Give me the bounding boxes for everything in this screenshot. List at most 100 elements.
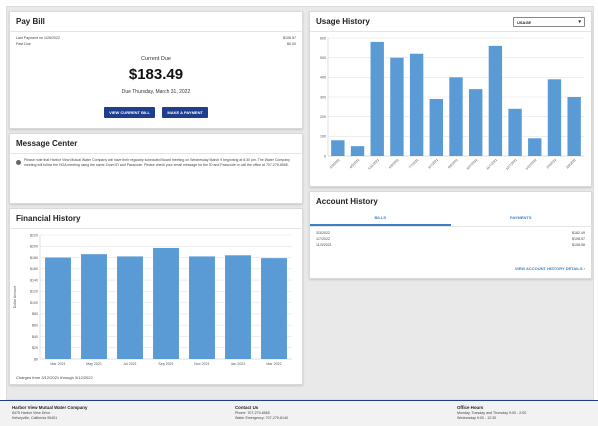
x-tick-label: 8/7/2021 [427,158,439,170]
footer-phone[interactable]: Phone: 707-279-8565 [235,411,288,415]
financial-history-footnote: Charges from 3/12/2021 through 3/12/2022 [16,375,93,380]
footer-emergency-phone[interactable]: Water Emergency: 707-279-6140 [235,416,288,420]
chart-bar[interactable] [153,247,179,359]
account-history-title: Account History [316,197,378,206]
y-axis-label: Dollar Amount [13,286,17,309]
x-tick-label: 12/7/2021 [505,158,518,171]
y-tick-label: $180 [30,256,38,260]
x-tick-label: 3/9/2021 [329,158,341,170]
chart-bar[interactable] [225,255,251,359]
bill-date: 11/3/2021 [316,243,332,247]
y-tick-label: $220 [30,233,38,237]
chart-bar[interactable] [331,140,345,156]
footer-contact-heading: Contact Us [235,405,259,410]
footer-hours: Office Hours Monday, Tuesday and Thursda… [457,405,526,420]
x-tick-label: 11/7/2021 [485,158,498,171]
last-payment-label: Last Payment on 1/26/2022 [16,36,60,40]
chart-bar[interactable] [528,138,542,156]
y-tick-label: 200 [320,115,326,119]
dashboard-canvas: Pay Bill Last Payment on 1/26/2022 $108.… [6,6,594,400]
chart-bar[interactable] [390,57,404,156]
chart-bar[interactable] [547,79,562,156]
y-tick-label: $60 [32,323,38,327]
message-bullet-icon [16,160,21,165]
y-tick-label: $140 [30,278,38,282]
site-footer: Harbor View Mutual Water Company 8475 Ha… [0,400,598,426]
chart-bar[interactable] [370,41,384,156]
message-text: Please note that Harbor View Mutual Wate… [24,158,290,167]
financial-history-card: Financial History $0 $20 $40 $60 $80 $100 $120… [9,208,303,385]
x-tick-label: Sep 2021 [158,362,173,366]
x-tick-label: 4/9/2021 [349,158,361,170]
x-tick-label: 1/12/2022 [525,158,538,171]
bill-amount: $108.57 [572,237,585,241]
pay-bill-title: Pay Bill [10,12,302,32]
view-current-bill-button[interactable]: VIEW CURRENT BILL [104,107,155,118]
x-tick-label: 10/7/2021 [466,158,479,171]
x-tick-label: 6/8/2021 [388,158,400,170]
chart-bar[interactable] [449,77,463,156]
tab-bills[interactable]: BILLS [310,211,451,226]
list-item: 11/3/2021 $108.58 [316,243,585,247]
chart-bar[interactable] [189,256,215,359]
chart-bar[interactable] [508,108,522,156]
y-tick-label: 300 [320,95,326,99]
chart-bar[interactable] [567,97,581,156]
x-tick-label: 5/11/2021 [367,158,380,171]
past-due-row: Past Due $0.00 [16,42,296,46]
chart-bar[interactable] [350,146,365,156]
y-tick-label: $160 [30,267,38,271]
chart-bar[interactable] [488,45,503,156]
y-tick-label: 400 [320,76,326,80]
y-tick-label: $40 [32,335,38,339]
x-tick-label: Mar 2022 [266,362,281,366]
chart-bar[interactable] [429,98,444,156]
usage-type-select[interactable]: USAGE ▾ [513,17,585,27]
usage-history-chart: 0 100 200 300 400 500 600 3/9/2021 4/9/2021 5/11/… [320,36,584,171]
chart-bar[interactable] [409,53,424,156]
y-tick-label: 100 [320,135,326,139]
pay-bill-card: Pay Bill Last Payment on 1/26/2022 $108.… [9,11,303,129]
y-tick-label: 600 [320,36,326,40]
footer-company-name: Harbor View Mutual Water Company [12,405,88,410]
y-tick-label: $80 [32,312,38,316]
financial-history-chart: $0 $20 $40 $60 $80 $100 $120 $140 $160 $180 $200 $2… [13,233,292,366]
footer-hours-heading: Office Hours [457,405,484,410]
current-due-label: Current Due [141,56,171,62]
chevron-right-icon: › [583,266,585,271]
y-tick-label: $200 [30,245,38,249]
account-history-card: Account History BILLS PAYMENTS 3/3/2022 … [309,191,592,279]
footer-company: Harbor View Mutual Water Company 8475 Ha… [12,405,87,420]
x-tick-label: 9/8/2021 [447,158,459,170]
last-payment-value: $108.57 [283,36,296,40]
chart-bar[interactable] [45,257,71,359]
current-due-amount: $183.49 [128,66,184,83]
financial-history-title: Financial History [10,209,302,229]
chart-bar[interactable] [468,89,483,156]
message-center-title: Message Center [10,134,302,154]
x-tick-label: 7/7/2021 [408,158,420,170]
chart-bar[interactable] [81,254,107,359]
past-due-label: Past Due [16,42,31,46]
tab-payments[interactable]: PAYMENTS [451,211,592,226]
chart-bar[interactable] [261,258,287,359]
make-payment-button[interactable]: MAKE A PAYMENT [162,107,208,118]
x-tick-label: May 2021 [86,362,102,366]
list-item: 1/7/2022 $108.57 [316,237,585,241]
message-center-card: Message Center Please note that Harbor V… [9,133,303,204]
x-tick-label: Mar 2021 [50,362,65,366]
account-history-tabs: BILLS PAYMENTS [310,211,591,227]
x-tick-label: 2/9/2022 [546,158,558,170]
y-tick-label: $100 [30,301,38,305]
y-tick-label: $20 [32,346,38,350]
footer-hours-line2: Wednesday 9:00 - 12:30 [457,416,497,420]
chart-bar[interactable] [117,256,143,359]
footer-hours-line1: Monday, Tuesday and Thursday 9:00 - 2:00 [457,411,527,415]
usage-select-value: USAGE [517,20,532,25]
list-item: 3/3/2022 $182.49 [316,231,585,235]
footer-contact: Contact Us Phone: 707-279-8565 Water Eme… [235,405,288,420]
y-tick-label: $0 [34,357,38,361]
view-account-history-details-link[interactable]: VIEW ACCOUNT HISTORY DETAILS › [515,266,585,271]
bill-date: 1/7/2022 [316,237,330,241]
footer-address-line2: Kelseyville, California 95451 [12,416,58,420]
